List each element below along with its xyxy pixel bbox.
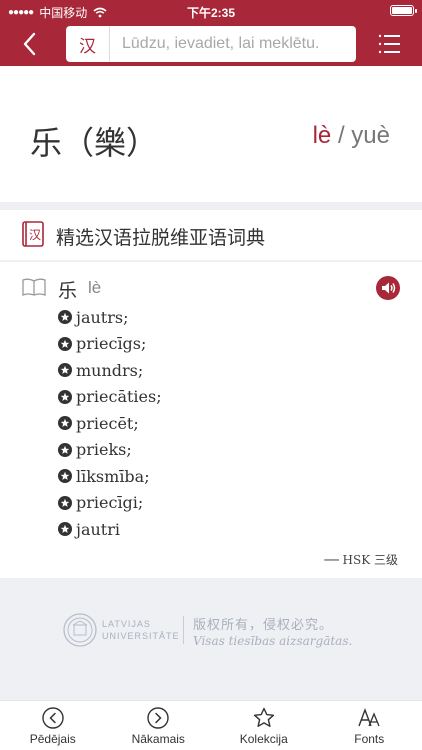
star-bullet-icon [58, 416, 72, 431]
sense-text: priecāties; [76, 387, 162, 407]
tab-bar: Pēdējais Nākamais Kolekcija Fonts [0, 700, 422, 750]
headword-hanzi: 乐（樂） [30, 124, 159, 162]
tab-collection[interactable]: Kolekcija [211, 701, 317, 750]
tab-previous-label: Pēdējais [29, 732, 76, 746]
headword-section: 乐（樂） lè / yuè [0, 66, 422, 202]
search-box: 汉 [66, 26, 356, 62]
entry-pinyin: lè [88, 278, 102, 297]
sense-text: jautrs; [76, 307, 129, 327]
speaker-icon [382, 282, 396, 294]
tab-next-label: Nākamais [131, 732, 185, 746]
star-bullet-icon [58, 363, 72, 378]
chevron-left-icon [23, 32, 36, 56]
dictionary-book-icon: 汉 [22, 221, 44, 247]
sense-item: prieks; [58, 437, 162, 464]
dictionary-header: 汉 精选汉语拉脱维亚语词典 [0, 210, 422, 260]
sense-item: priecēt; [58, 410, 162, 437]
open-book-icon [22, 278, 46, 296]
audio-button[interactable] [376, 276, 400, 300]
sense-text: priecēt; [76, 413, 139, 433]
back-button[interactable] [16, 30, 44, 58]
sense-text: līksmība; [76, 466, 150, 486]
footer-divider [183, 616, 184, 644]
dictionary-entry: 乐 lè jautrs; priecīgs; mundrs; priecāties; p… [0, 262, 422, 578]
battery-icon [390, 5, 417, 16]
font-size-icon [358, 708, 380, 727]
sense-item: mundrs; [58, 357, 162, 384]
copyright-area: LATVIJAS UNIVERSITĀTE 版权所有，侵权必究。 Visas t… [0, 578, 422, 700]
chevron-left-circle-icon [42, 707, 64, 729]
star-bullet-icon [58, 310, 72, 325]
pinyin-separator: / [337, 122, 345, 149]
headword-pinyin: lè / yuè [313, 122, 390, 150]
star-bullet-icon [58, 336, 72, 351]
dictionary-title: 精选汉语拉脱维亚语词典 [56, 227, 266, 249]
tab-fonts-label: Fonts [354, 732, 385, 746]
language-toggle[interactable]: 汉 [66, 26, 110, 62]
list-menu-icon [378, 34, 400, 54]
sense-item: priecīgi; [58, 490, 162, 517]
sense-text: mundrs; [76, 360, 144, 380]
svg-text:汉: 汉 [29, 228, 41, 242]
chevron-right-circle-icon [147, 707, 169, 729]
hsk-level: ── HSK 三级 [324, 553, 398, 567]
university-name-line2: UNIVERSITĀTE [102, 631, 180, 641]
university-logo [63, 613, 97, 647]
star-bullet-icon [58, 495, 72, 510]
tab-next[interactable]: Nākamais [106, 701, 212, 750]
sense-text: priecīgi; [76, 493, 144, 513]
status-time: 下午2:35 [186, 6, 236, 20]
sense-item: jautri [58, 516, 162, 543]
sense-text: prieks; [76, 440, 132, 460]
sense-text: jautri [76, 519, 120, 539]
copyright-lv: Visas tiesības aizsargātas. [193, 634, 353, 648]
sense-item: līksmība; [58, 463, 162, 490]
star-bullet-icon [58, 522, 72, 537]
navigation-bar: 汉 [0, 22, 422, 66]
tab-collection-label: Kolekcija [239, 732, 288, 746]
sense-item: priecāties; [58, 384, 162, 411]
copyright-zh: 版权所有，侵权必究。 [193, 618, 334, 633]
sense-text: priecīgs; [76, 334, 147, 354]
star-bullet-icon [58, 389, 72, 404]
sense-list: jautrs; priecīgs; mundrs; priecāties; priecē… [58, 304, 162, 543]
university-name: LATVIJAS UNIVERSITĀTE [102, 618, 180, 642]
tab-fonts[interactable]: Fonts [317, 701, 422, 750]
status-bar: ●●●●● 中国移动 下午2:35 [0, 0, 422, 22]
university-name-line1: LATVIJAS [102, 619, 151, 629]
search-input[interactable] [110, 27, 356, 61]
section-divider [0, 202, 422, 210]
entry-hanzi: 乐 [58, 280, 78, 302]
menu-button[interactable] [378, 32, 402, 56]
sense-item: priecīgs; [58, 331, 162, 358]
tab-previous[interactable]: Pēdējais [0, 701, 106, 750]
star-bullet-icon [58, 442, 72, 457]
sense-item: jautrs; [58, 304, 162, 331]
pinyin-primary[interactable]: lè [313, 122, 332, 149]
star-bullet-icon [58, 469, 72, 484]
star-icon [253, 707, 274, 727]
pinyin-secondary[interactable]: yuè [351, 122, 390, 149]
